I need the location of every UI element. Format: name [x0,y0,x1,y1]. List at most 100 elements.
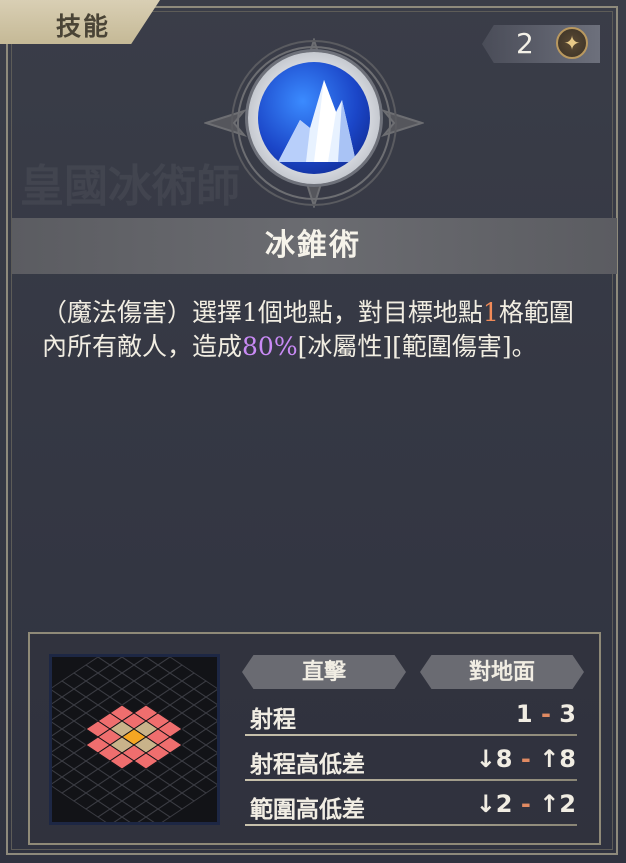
range-label: 射程 [250,706,296,733]
grid-tile [85,768,111,786]
grid-tile [61,736,87,754]
grid-tile [52,744,75,762]
grid-tile [97,657,123,666]
grid-tile [121,776,147,794]
grid-tile [205,737,217,753]
grid-tile [205,705,217,721]
grid-tile [193,712,217,730]
grid-tile [61,688,87,706]
grid-tile [133,672,159,690]
grid-tile [121,657,147,666]
grid-tile [181,784,207,802]
grid-tile [133,784,159,802]
grid-tile [85,688,111,706]
row-divider [245,779,577,781]
grid-tile [169,776,195,794]
grid-tile [181,672,207,690]
grid-tile [109,800,135,818]
grid-tile [52,760,75,778]
grid-tile [181,720,207,738]
grid-tile [73,776,99,794]
grid-tile [169,664,195,682]
star-icon: ✦ [556,27,588,59]
grid-tile [169,792,195,810]
grid-tile [145,664,171,682]
grid-tile [97,776,123,794]
grid-tile [97,792,123,810]
grid-tile [169,680,195,698]
grid-tile [193,776,217,794]
grid-tile [52,776,75,794]
grid-tile [73,792,99,810]
grid-tile [181,752,207,770]
grid-tile [109,768,135,786]
grid-tile [193,680,217,698]
desc-part-3: [冰屬性][範圍傷害]。 [297,332,537,361]
grid-tile [133,657,159,674]
skill-tab-label: 技能 [56,12,111,41]
grid-tile [145,792,171,810]
grid-tile [121,792,147,810]
grid-tile [61,752,87,770]
grid-tile [85,657,111,674]
grid-tile [133,800,159,818]
ice-crystal-icon [258,62,370,174]
grid-tile [205,689,217,705]
grid-tile [121,664,147,682]
area-height-label: 範圍高低差 [250,796,365,823]
grid-tile [109,672,135,690]
grid-tile [133,688,159,706]
grid-tile [157,672,183,690]
range-value: 1 - 3 [515,700,576,728]
grid-tile [73,760,99,778]
grid-tile [205,753,217,769]
grid-tile [73,696,99,714]
grid-tile [181,736,207,754]
grid-tile [61,672,87,690]
grid-tile [145,680,171,698]
grid-tile [193,744,217,762]
grid-tile [97,680,123,698]
grid-tile [109,784,135,802]
grid-tile [145,657,171,666]
grid-tile [205,721,217,737]
area-grid-canvas [52,657,217,822]
grid-tile [109,657,135,674]
range-height-label: 射程高低差 [250,751,365,778]
grid-tile [52,680,75,698]
grid-tile [169,760,195,778]
grid-tile [181,688,207,706]
desc-damage-percent: 80% [242,332,298,361]
grid-tile [157,657,183,674]
grid-tile [73,664,99,682]
grid-tile [193,760,217,778]
grid-tile [137,816,155,822]
grid-tile [61,720,87,738]
grid-tile [52,712,75,730]
grid-tile [61,784,87,802]
grid-tile [97,664,123,682]
grid-tile [157,784,183,802]
skill-name: 冰錐術 [265,228,361,263]
desc-part-1: （魔法傷害）選擇1個地點，對目標地點 [42,298,483,327]
grid-tile [52,728,75,746]
grid-tile [157,688,183,706]
grid-tile [193,728,217,746]
grid-tile [97,808,123,822]
grid-tile [145,776,171,794]
grid-tile [169,696,195,714]
grid-tile [52,696,75,714]
grid-tile [73,680,99,698]
row-divider [245,734,577,736]
grid-tile [61,768,87,786]
grid-tile [113,816,131,822]
area-grid [49,654,220,825]
grid-tile [181,704,207,722]
grid-tile [181,768,207,786]
tag-ground: 對地面 [420,655,584,689]
skill-description: （魔法傷害）選擇1個地點，對目標地點1格範圍內所有敵人，造成80%[冰屬性][範… [42,296,597,364]
grid-tile [145,808,171,822]
grid-tile [121,680,147,698]
grid-tile [61,704,87,722]
area-height-value: ↓2 - ↑2 [475,790,576,818]
